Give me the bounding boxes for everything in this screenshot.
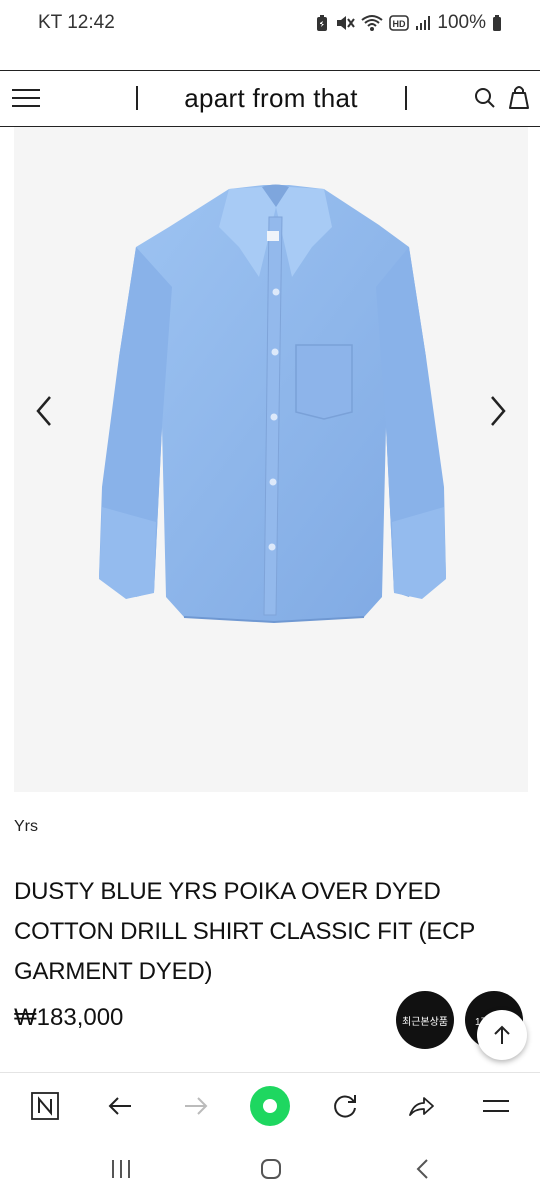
arrow-up-icon <box>494 1025 510 1044</box>
recent-apps-icon[interactable] <box>106 1156 136 1182</box>
mute-icon <box>337 16 356 30</box>
green-dot-icon[interactable] <box>248 1084 292 1128</box>
product-price: ₩183,000 <box>14 1004 124 1031</box>
site-header: apart from that <box>0 70 540 127</box>
battery-icon <box>493 15 501 31</box>
header-divider <box>405 86 407 110</box>
hd-icon: HD <box>389 15 410 31</box>
battery-saver-icon <box>317 15 328 31</box>
browser-toolbar <box>0 1072 540 1138</box>
product-title: DUSTY BLUE YRS POIKA OVER DYED COTTON DR… <box>14 878 475 985</box>
home-icon[interactable] <box>256 1156 286 1182</box>
status-bar: KT 12:42 HD 100% <box>0 0 540 46</box>
carousel-next-arrow-icon[interactable] <box>482 389 514 433</box>
back-icon[interactable] <box>408 1156 438 1182</box>
share-icon[interactable] <box>404 1089 438 1123</box>
hamburger-menu-icon[interactable] <box>12 86 40 110</box>
naver-home-icon[interactable] <box>28 1089 62 1123</box>
carousel-prev-arrow-icon[interactable] <box>28 389 60 433</box>
search-icon[interactable] <box>473 86 497 110</box>
site-logo[interactable]: apart from that <box>138 71 404 125</box>
signal-icon <box>416 16 431 30</box>
shopping-bag-icon[interactable] <box>507 84 531 110</box>
product-brand[interactable]: Yrs <box>14 818 38 836</box>
wifi-icon <box>361 15 384 31</box>
back-arrow-icon[interactable] <box>103 1089 137 1123</box>
forward-arrow-icon[interactable] <box>179 1089 213 1123</box>
recently-viewed-button[interactable]: 최근본상품 <box>396 991 454 1049</box>
refresh-icon[interactable] <box>328 1089 362 1123</box>
product-image-carousel[interactable] <box>14 127 528 792</box>
svg-text:HD: HD <box>393 19 406 29</box>
product-image <box>99 184 446 624</box>
scroll-to-top-button[interactable] <box>477 1010 527 1060</box>
status-time: KT 12:42 <box>38 12 115 33</box>
status-icons: HD 100% <box>315 12 502 34</box>
browser-menu-icon[interactable] <box>479 1089 513 1123</box>
battery-percent: 100% <box>437 12 486 33</box>
system-navigation-bar <box>0 1138 540 1200</box>
